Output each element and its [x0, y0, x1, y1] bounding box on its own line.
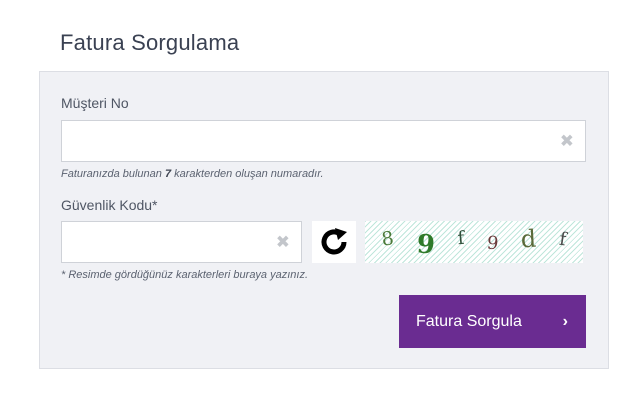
security-code-field[interactable]: ✖: [61, 221, 302, 263]
query-invoice-button-label: Fatura Sorgula: [416, 312, 522, 330]
customer-no-label: Müşteri No: [61, 95, 129, 111]
refresh-captcha-button[interactable]: [312, 221, 356, 263]
captcha-image: 8 9 f 9 d f: [365, 221, 583, 263]
clear-security-code-icon[interactable]: ✖: [276, 234, 290, 251]
captcha-char: 9: [415, 229, 436, 261]
customer-no-field[interactable]: ✖: [61, 120, 586, 162]
security-code-hint: * Resimde gördüğünüz karakterleri buraya…: [61, 269, 309, 281]
customer-no-hint-suffix: karakterden oluşan numaradır.: [171, 168, 324, 180]
chevron-right-icon: ›: [562, 312, 568, 330]
customer-no-input[interactable]: [62, 121, 585, 161]
refresh-icon: [321, 228, 347, 255]
customer-no-hint-prefix: Faturanızda bulunan: [61, 168, 165, 180]
query-invoice-button[interactable]: Fatura Sorgula ›: [399, 295, 586, 348]
captcha-char: f: [557, 228, 568, 250]
page-title: Fatura Sorgulama: [60, 30, 240, 55]
clear-customer-no-icon[interactable]: ✖: [560, 133, 574, 150]
security-code-input[interactable]: [62, 222, 301, 262]
captcha-char: d: [520, 224, 537, 254]
customer-no-hint: Faturanızda bulunan 7 karakterden oluşan…: [61, 168, 324, 180]
captcha-char: f: [456, 227, 465, 249]
captcha-char: 8: [380, 227, 396, 251]
captcha-char: 9: [485, 231, 500, 255]
security-code-label: Güvenlik Kodu*: [61, 197, 158, 213]
